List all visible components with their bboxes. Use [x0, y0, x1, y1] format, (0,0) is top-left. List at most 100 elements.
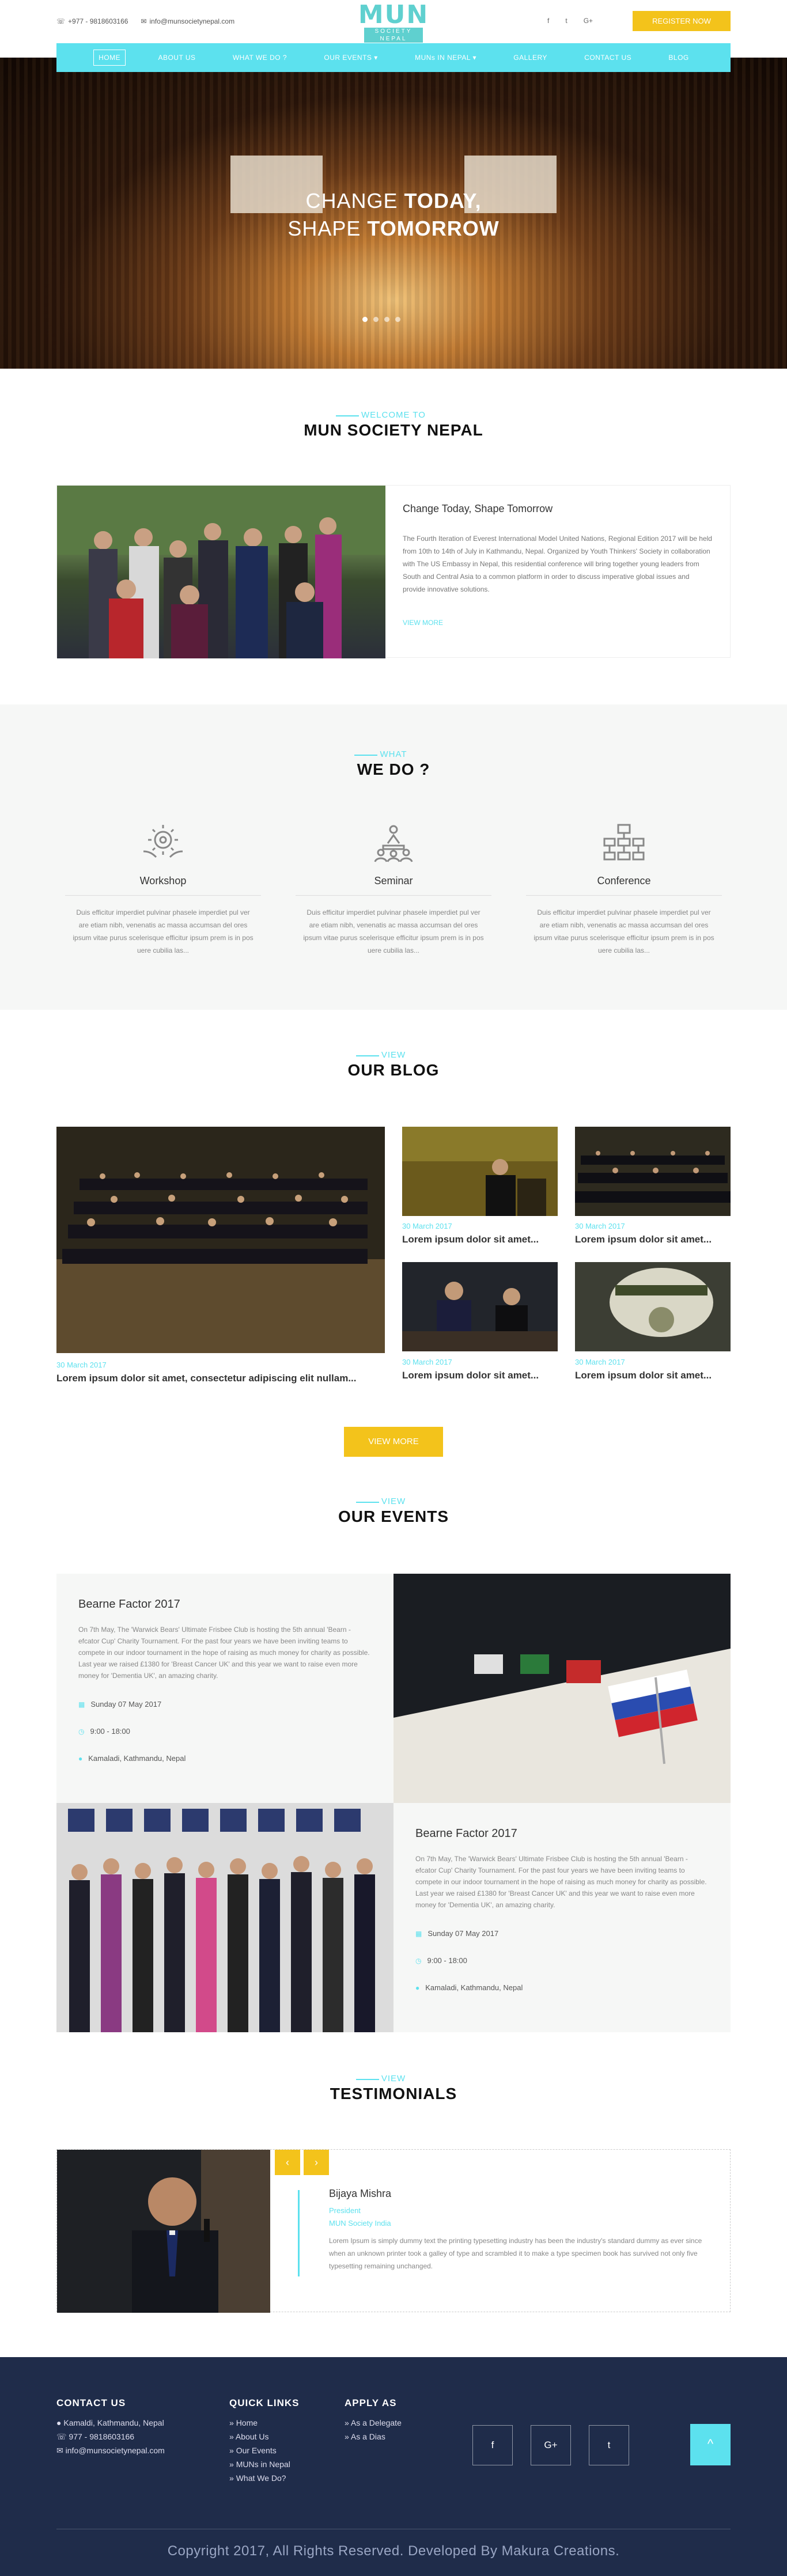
blog-post-title[interactable]: Lorem ipsum dolor sit amet... — [575, 1370, 731, 1381]
service-divider — [296, 895, 491, 896]
blog-featured-art — [56, 1127, 385, 1353]
testimonials-pre: VIEW — [355, 2074, 406, 2083]
what-we-do-section: WHAT WE DO ? Workshop Duis efficitur imp… — [0, 704, 787, 1010]
nav-about[interactable]: ABOUT US — [153, 50, 200, 65]
slider-dot[interactable] — [373, 317, 379, 322]
event-title[interactable]: Bearne Factor 2017 — [415, 1827, 709, 1840]
facebook-icon[interactable]: f — [547, 17, 549, 25]
register-button[interactable]: REGISTER NOW — [633, 11, 731, 31]
testimonial-accent-bar — [298, 2190, 300, 2276]
blog-post-date: 30 March 2017 — [402, 1222, 452, 1230]
google-plus-icon[interactable]: G+ — [584, 17, 593, 25]
site-logo[interactable]: MUN SOCIETY NEPAL — [354, 2, 433, 43]
nav-blog[interactable]: BLOG — [664, 50, 693, 65]
blog-post-title[interactable]: Lorem ipsum dolor sit amet... — [402, 1234, 558, 1245]
nav-muns-in-nepal[interactable]: MUNs IN NEPAL ▾ — [410, 50, 481, 65]
welcome-view-more-link[interactable]: VIEW MORE — [403, 619, 443, 627]
footer-copyright: Copyright 2017, All Rights Reserved. Dev… — [167, 2543, 620, 2559]
footer-link[interactable]: » MUNs in Nepal — [229, 2457, 300, 2471]
event-time-text: 9:00 - 18:00 — [427, 1956, 467, 1965]
slider-dot[interactable] — [362, 317, 368, 322]
footer-link-label[interactable]: Home — [236, 2418, 258, 2427]
service-divider — [65, 895, 261, 896]
footer-link[interactable]: » What We Do? — [229, 2471, 300, 2485]
nav-events[interactable]: OUR EVENTS ▾ — [319, 50, 382, 65]
footer-address-text: Kamaldi, Kathmandu, Nepal — [63, 2418, 164, 2427]
footer-link-label[interactable]: About Us — [236, 2432, 269, 2441]
footer-link-label[interactable]: As a Delegate — [351, 2418, 402, 2427]
event-place: ● Kamaladi, Kathmandu, Nepal — [415, 1983, 709, 1992]
top-contact: ☏ +977 - 9818603166 ✉ info@munsocietynepal… — [56, 17, 234, 25]
back-to-top-button[interactable]: ^ — [690, 2424, 731, 2465]
blog-featured-title[interactable]: Lorem ipsum dolor sit amet, consectetur … — [56, 1373, 385, 1384]
footer-address: ● Kamaldi, Kathmandu, Nepal — [56, 2416, 165, 2430]
what-we-do-title: WHAT WE DO ? — [0, 749, 787, 779]
location-icon: ● — [56, 2418, 64, 2427]
nav-contact[interactable]: CONTACT US — [580, 50, 636, 65]
top-bar: ☏ +977 - 9818603166 ✉ info@munsocietynepal… — [0, 0, 787, 43]
event-date: ▦ Sunday 07 May 2017 — [415, 1929, 709, 1938]
location-icon: ● — [415, 1983, 420, 1992]
nav-what-we-do[interactable]: WHAT WE DO ? — [228, 50, 292, 65]
welcome-card: Change Today, Shape Tomorrow The Fourth … — [56, 485, 731, 658]
top-email-text[interactable]: info@munsocietynepal.com — [150, 17, 235, 25]
facebook-icon[interactable]: f — [472, 2425, 513, 2465]
site-footer: CONTACT US ● Kamaldi, Kathmandu, Nepal ☏… — [0, 2357, 787, 2576]
event-place-text: Kamaladi, Kathmandu, Nepal — [88, 1754, 186, 1763]
hero-line2-bold: TOMORROW — [367, 217, 500, 240]
footer-link[interactable]: » Our Events — [229, 2444, 300, 2457]
nav-home[interactable]: HOME — [93, 50, 126, 66]
blog-post-image[interactable] — [402, 1262, 558, 1351]
events-section-title: VIEW OUR EVENTS — [0, 1497, 787, 1526]
footer-link-label[interactable]: What We Do? — [236, 2473, 286, 2483]
footer-phone-text: 977 - 9818603166 — [69, 2432, 135, 2441]
blog-post-image[interactable] — [575, 1127, 731, 1216]
chevron-left-icon[interactable]: ‹ — [275, 2150, 300, 2175]
slider-dot[interactable] — [384, 317, 389, 322]
testimonial-role: President — [329, 2206, 361, 2215]
google-plus-icon[interactable]: G+ — [531, 2425, 571, 2465]
event-date: ▦ Sunday 07 May 2017 — [78, 1700, 372, 1709]
footer-link[interactable]: » As a Dias — [345, 2430, 402, 2444]
footer-link[interactable]: » As a Delegate — [345, 2416, 402, 2430]
blog-post-title[interactable]: Lorem ipsum dolor sit amet... — [402, 1370, 558, 1381]
footer-link-label[interactable]: As a Dias — [351, 2432, 385, 2441]
event-card: Bearne Factor 2017 On 7th May, The 'Warw… — [394, 1803, 731, 2032]
team-photo-art — [57, 486, 385, 658]
testimonial-photo — [57, 2150, 270, 2313]
event-date-text: Sunday 07 May 2017 — [90, 1700, 162, 1709]
footer-link-label[interactable]: MUNs in Nepal — [236, 2460, 290, 2469]
nav-gallery[interactable]: GALLERY — [509, 50, 552, 65]
clock-icon: ◷ — [78, 1727, 85, 1736]
event-title[interactable]: Bearne Factor 2017 — [78, 1598, 372, 1611]
blog-featured-image[interactable] — [56, 1127, 385, 1353]
footer-link[interactable]: » Home — [229, 2416, 300, 2430]
blog-post-image[interactable] — [575, 1262, 731, 1351]
twitter-icon[interactable]: t — [589, 2425, 629, 2465]
service-conference: Conference Duis efficitur imperdiet pulv… — [520, 820, 728, 957]
twitter-icon[interactable]: t — [565, 17, 567, 25]
event-image — [56, 1803, 394, 2032]
service-workshop: Workshop Duis efficitur imperdiet pulvin… — [59, 820, 267, 957]
footer-link-label[interactable]: Our Events — [236, 2446, 277, 2455]
footer-email-text[interactable]: info@munsocietynepal.com — [66, 2446, 165, 2455]
event-time: ◷ 9:00 - 18:00 — [78, 1727, 372, 1736]
chevron-right-icon[interactable]: › — [304, 2150, 329, 2175]
event-place-text: Kamaladi, Kathmandu, Nepal — [425, 1983, 523, 1992]
blog-post-art — [402, 1127, 558, 1216]
nav-events-label: OUR EVENTS — [324, 54, 372, 62]
top-email[interactable]: ✉ info@munsocietynepal.com — [141, 17, 234, 25]
footer-link[interactable]: » About Us — [229, 2430, 300, 2444]
service-name: Workshop — [139, 875, 187, 887]
blog-post-image[interactable] — [402, 1127, 558, 1216]
what-pre: WHAT — [354, 749, 407, 759]
blog-view-more-button[interactable]: VIEW MORE — [344, 1427, 443, 1457]
gear-hands-icon — [59, 820, 267, 866]
slider-dot[interactable] — [395, 317, 400, 322]
calendar-icon: ▦ — [415, 1929, 422, 1938]
testimonial-arrows: ‹ › — [275, 2150, 329, 2175]
footer-phone: ☏ 977 - 9818603166 — [56, 2430, 165, 2444]
footer-email[interactable]: ✉ info@munsocietynepal.com — [56, 2444, 165, 2457]
main-nav: HOME ABOUT US WHAT WE DO ? OUR EVENTS ▾ … — [56, 43, 731, 72]
blog-post-title[interactable]: Lorem ipsum dolor sit amet... — [575, 1234, 731, 1245]
